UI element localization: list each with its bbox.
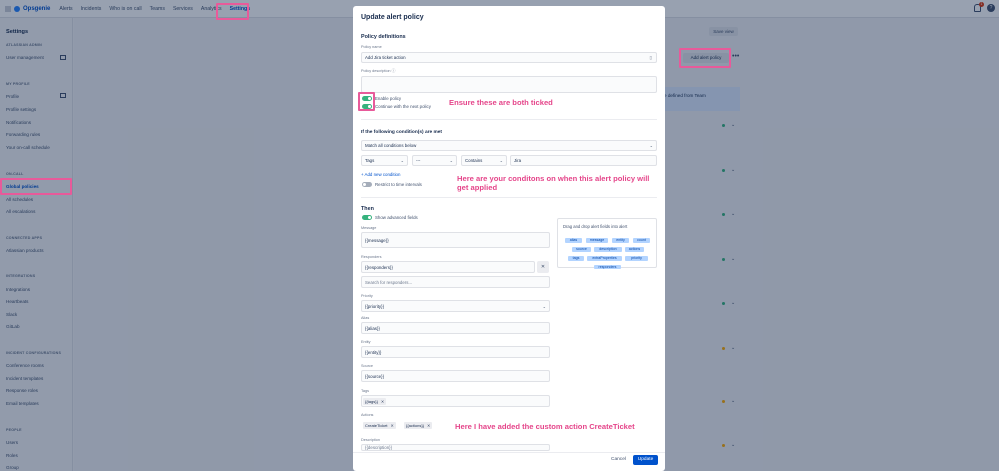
alias-input[interactable]: {{alias}} bbox=[361, 322, 550, 334]
responders-search-placeholder: Search for responders... bbox=[365, 279, 413, 285]
alert-fields-heading: Drag and drop alert fields into alert bbox=[563, 224, 628, 229]
priority-label: Priority bbox=[361, 294, 373, 298]
field-chip-responders[interactable]: responders bbox=[594, 265, 621, 269]
field-chip-tags[interactable]: tags bbox=[568, 256, 584, 261]
policy-name-value: Add Jira ticket action bbox=[365, 55, 406, 60]
divider bbox=[361, 119, 657, 120]
description-label: Description bbox=[361, 438, 380, 442]
restrict-time-toggle[interactable] bbox=[362, 182, 372, 187]
field-chip-actions[interactable]: actions bbox=[625, 247, 644, 252]
chevron-down-icon: ⌄ bbox=[499, 158, 503, 163]
condition-not-value: --- bbox=[416, 158, 421, 163]
condition-value-input[interactable]: Jira bbox=[510, 155, 657, 166]
priority-value: {{priority}} bbox=[365, 303, 385, 309]
entity-label: Entity bbox=[361, 340, 371, 344]
alias-value: {{alias}} bbox=[365, 325, 380, 331]
divider bbox=[361, 197, 657, 198]
footer-divider bbox=[353, 452, 665, 453]
update-button[interactable]: Update bbox=[633, 455, 658, 465]
field-chip-entity[interactable]: entity bbox=[612, 238, 629, 243]
match-conditions-select[interactable]: Match all conditions below ⌄ bbox=[361, 140, 657, 151]
annotation-action: Here I have added the custom action Crea… bbox=[455, 422, 635, 431]
add-new-condition-link[interactable]: + Add new condition bbox=[361, 172, 400, 177]
tags-input[interactable] bbox=[361, 395, 550, 407]
tags-label: Tags bbox=[361, 389, 370, 393]
source-label: Source bbox=[361, 364, 374, 368]
field-chip-extraproperties[interactable]: extraProperties bbox=[587, 256, 622, 261]
policy-description-input[interactable] bbox=[361, 76, 657, 93]
dialog-title: Update alert policy bbox=[361, 14, 424, 21]
condition-not-select[interactable]: --- ⌄ bbox=[412, 155, 457, 166]
annotation-tick: Ensure these are both ticked bbox=[449, 98, 553, 107]
remove-tag-icon[interactable]: ✕ bbox=[381, 399, 384, 404]
condition-operator-value: Contains bbox=[465, 158, 483, 163]
clear-responders-button[interactable]: ✕ bbox=[537, 261, 549, 273]
action-chip-label: {{actions}} bbox=[406, 423, 425, 428]
chevron-down-icon: ⌄ bbox=[649, 143, 653, 148]
entity-input[interactable]: {{entity}} bbox=[361, 346, 550, 358]
entity-value: {{entity}} bbox=[365, 349, 382, 355]
condition-field-value: Tags bbox=[365, 158, 375, 163]
field-chip-message[interactable]: message bbox=[586, 238, 608, 243]
action-chip-createticket: CreateTicket ✕ bbox=[363, 422, 396, 429]
match-conditions-value: Match all conditions below bbox=[365, 143, 417, 148]
source-input[interactable]: {{source}} bbox=[361, 370, 550, 382]
condition-value: Jira bbox=[514, 158, 522, 163]
remove-action-icon[interactable]: ✕ bbox=[391, 423, 394, 428]
responders-label: Responders bbox=[361, 255, 382, 259]
description-input[interactable]: {{description}} bbox=[361, 444, 550, 451]
actions-label: Actions bbox=[361, 413, 374, 417]
source-value: {{source}} bbox=[365, 373, 385, 379]
action-chip-actions: {{actions}} ✕ bbox=[404, 422, 433, 429]
chevron-down-icon: ⌄ bbox=[400, 158, 404, 163]
chevron-down-icon: ⌄ bbox=[542, 303, 546, 309]
message-label: Message bbox=[361, 226, 377, 230]
highlight-add-alert-policy bbox=[679, 48, 731, 68]
conditions-heading: If the following condition(s) are met bbox=[361, 130, 443, 135]
annotation-conditions: Here are your conditons on when this ale… bbox=[457, 174, 650, 192]
alert-fields-panel: Drag and drop alert fields into alert al… bbox=[557, 218, 657, 269]
condition-operator-select[interactable]: Contains ⌄ bbox=[461, 155, 507, 166]
restrict-time-label: Restrict to time intervals bbox=[375, 182, 422, 187]
responders-input[interactable]: {{responders}} bbox=[361, 261, 535, 273]
policy-name-input[interactable]: Add Jira ticket action ▯ bbox=[361, 52, 657, 63]
show-advanced-label: Show advanced fields bbox=[375, 215, 418, 220]
highlight-toggles bbox=[358, 92, 375, 111]
field-chip-description[interactable]: description bbox=[594, 247, 622, 252]
tag-chip-label: {{tags}} bbox=[365, 398, 378, 404]
alias-label: Alias bbox=[361, 316, 370, 320]
description-value: {{description}} bbox=[365, 445, 393, 450]
then-heading: Then bbox=[361, 206, 374, 212]
update-alert-policy-dialog: Update alert policy Policy definitions P… bbox=[353, 6, 665, 471]
policy-name-label: Policy name bbox=[361, 45, 382, 49]
enable-policy-label: Enable policy bbox=[375, 96, 402, 101]
field-chip-count[interactable]: count bbox=[633, 238, 650, 243]
highlight-global-policies bbox=[0, 178, 72, 195]
clipboard-icon: ▯ bbox=[649, 54, 652, 60]
policy-definitions-heading: Policy definitions bbox=[361, 34, 406, 40]
policy-description-label: Policy description ⓘ bbox=[361, 69, 396, 73]
show-advanced-toggle[interactable] bbox=[362, 215, 372, 220]
message-value: {{message}} bbox=[365, 237, 389, 243]
tag-chip: {{tags}} ✕ bbox=[363, 397, 387, 405]
chevron-down-icon: ⌄ bbox=[449, 158, 453, 163]
action-chip-label: CreateTicket bbox=[365, 423, 388, 428]
continue-next-policy-label: Continue with the next policy bbox=[375, 104, 431, 109]
cancel-button[interactable]: Cancel bbox=[611, 457, 626, 462]
condition-field-select[interactable]: Tags ⌄ bbox=[361, 155, 408, 166]
responders-value: {{responders}} bbox=[365, 264, 393, 270]
message-input[interactable]: {{message}} bbox=[361, 232, 550, 248]
highlight-settings-nav bbox=[216, 3, 249, 20]
remove-action-icon[interactable]: ✕ bbox=[427, 423, 430, 428]
priority-select[interactable]: {{priority}} ⌄ bbox=[361, 300, 550, 312]
field-chip-priority[interactable]: priority bbox=[625, 256, 648, 261]
responders-search-input[interactable]: Search for responders... bbox=[361, 276, 550, 288]
field-chip-source[interactable]: source bbox=[572, 247, 591, 252]
field-chip-alias[interactable]: alias bbox=[565, 238, 582, 243]
